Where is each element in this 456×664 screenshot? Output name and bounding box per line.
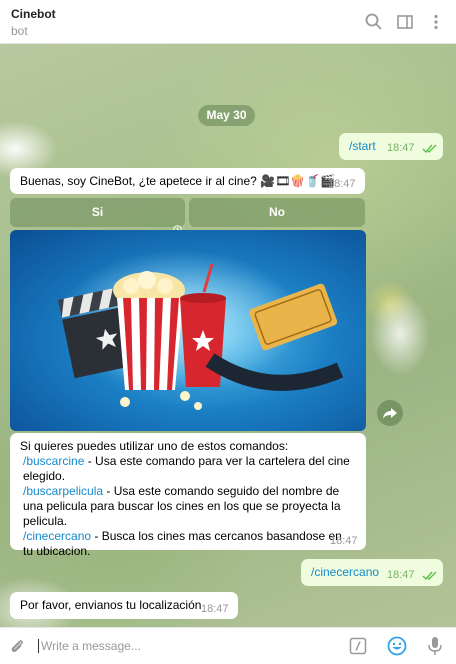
message-text[interactable]: /cinecercano [311,565,379,580]
keyboard-button-label: Si [91,205,104,219]
command-link[interactable]: /buscarcine [23,454,84,468]
command-link[interactable]: /cinecercano [23,529,91,543]
keyboard-button-si[interactable]: Si [10,198,185,234]
read-checks-icon [422,570,438,581]
message-text: Buenas, soy CineBot, ¿te apetece ir al c… [20,174,336,188]
bot-command-icon[interactable] [349,637,367,655]
message-time: 18:47 [387,142,415,154]
chat-history[interactable]: May 30 /start 18:47 Buenas, soy CineBot,… [0,44,456,627]
forward-icon[interactable] [377,400,403,426]
pending-clock-icon [173,216,182,234]
chat-subtitle: bot [11,24,28,38]
message-time: 18:47 [387,569,415,581]
microphone-icon[interactable] [427,636,443,657]
more-vert-icon[interactable] [426,12,446,32]
message-time: 18:47 [330,535,358,547]
attach-icon[interactable] [8,637,26,655]
message-body: Si quieres puedes utilizar uno de estos … [20,439,350,559]
message-time: 18:47 [201,603,229,615]
message-text[interactable]: /start [349,139,376,154]
chat-title[interactable]: Cinebot [11,7,56,21]
cinema-photo[interactable] [10,230,366,431]
message-incoming[interactable]: Buenas, soy CineBot, ¿te apetece ir al c… [10,168,365,194]
message-intro: Si quieres puedes utilizar uno de estos … [20,439,289,453]
message-outgoing[interactable]: /start 18:47 [339,133,443,160]
command-item: /cinecercano - Busca los cines mas cerca… [20,529,350,559]
sidebar-toggle-icon[interactable] [395,12,415,32]
date-separator: May 30 [198,105,255,126]
command-item: /buscarcine - Usa este comando para ver … [20,454,350,484]
message-input[interactable]: Write a message... [38,639,141,653]
message-text: Por favor, envianos tu localización [20,598,202,612]
command-item: /buscarpelicula - Usa este comando segui… [20,484,350,529]
chat-header: Cinebot bot [0,0,456,44]
message-incoming[interactable]: Por favor, envianos tu localización 18:4… [10,592,238,619]
message-time: 18:47 [328,178,356,190]
message-outgoing[interactable]: /cinecercano 18:47 [301,559,443,586]
command-link[interactable]: /buscarpelicula [23,484,103,498]
message-composer: Write a message... [0,627,456,664]
message-incoming[interactable]: Si quieres puedes utilizar uno de estos … [10,433,366,558]
keyboard-button-label: No [269,205,285,219]
keyboard-button-no[interactable]: No [189,198,365,227]
emoji-icon[interactable] [387,636,407,656]
search-icon[interactable] [364,12,384,32]
read-checks-icon [422,143,438,154]
